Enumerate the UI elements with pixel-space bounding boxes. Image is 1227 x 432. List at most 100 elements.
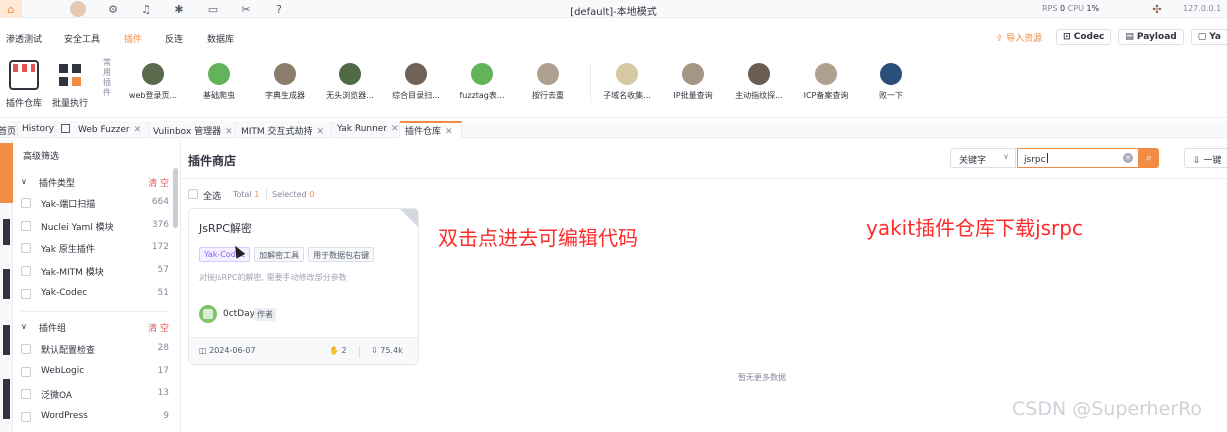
- selected-count: Selected 0: [272, 190, 315, 199]
- download-button[interactable]: ⇩ 75.4k: [371, 346, 403, 355]
- shortcut-web-login[interactable]: web登录页...: [123, 63, 183, 101]
- plugin-tag: 加解密工具: [254, 247, 305, 262]
- shortcut-icp[interactable]: ICP备案查询: [796, 63, 856, 101]
- menu-plugins[interactable]: 插件: [124, 32, 142, 45]
- vertical-tool-strip: [0, 139, 13, 432]
- search-type-select[interactable]: 关键字 ∨: [950, 148, 1016, 168]
- filter-group-plugin-type[interactable]: ∨ 插件类型 清 空: [21, 174, 169, 190]
- shortcut-dedupe[interactable]: 按行去重: [518, 63, 578, 101]
- filter-scrollbar[interactable]: [173, 168, 178, 228]
- plugin-avatar: [274, 63, 296, 85]
- vertical-tab[interactable]: [3, 269, 10, 299]
- codec-button[interactable]: ⊡ Codec: [1056, 29, 1112, 45]
- checkbox[interactable]: [21, 412, 31, 422]
- plugin-shortcut-bar: 插件仓库 批量执行 常用插件 web登录页... 基础爬虫 字典生成器 无头浏览…: [0, 52, 1227, 118]
- checkbox[interactable]: [21, 289, 31, 299]
- tab-plugin-store[interactable]: 插件仓库 ✕: [400, 121, 462, 138]
- engine-icon[interactable]: ✣: [1150, 2, 1164, 16]
- shortcut-dict-generator[interactable]: 字典生成器: [255, 63, 315, 101]
- vertical-tab-active[interactable]: [0, 143, 13, 203]
- menu-database[interactable]: 数据库: [207, 32, 234, 45]
- checkbox[interactable]: [21, 221, 31, 231]
- shortcut-divider: [590, 64, 591, 102]
- plugin-card[interactable]: JsRPC解密 Yak-Codec 加解密工具 用于数据包右键 对接JsRPC的…: [188, 208, 419, 365]
- shortcut-basic-crawler[interactable]: 基础爬虫: [189, 63, 249, 101]
- filter-option[interactable]: 默认配置检查 28: [21, 341, 169, 357]
- plugin-avatar: [682, 63, 704, 85]
- close-icon[interactable]: ✕: [134, 125, 142, 135]
- plugin-avatar: [815, 63, 837, 85]
- chevron-down-icon[interactable]: ∨: [21, 322, 27, 331]
- filter-option[interactable]: 泛微OA 13: [21, 386, 169, 402]
- filter-option[interactable]: Yak-Codec 51: [21, 286, 169, 302]
- payload-button[interactable]: ▤ Payload: [1118, 29, 1184, 45]
- checkbox[interactable]: [21, 389, 31, 399]
- checkbox[interactable]: [188, 189, 198, 199]
- chevron-down-icon[interactable]: ∨: [21, 177, 27, 186]
- avatar: [199, 305, 217, 323]
- page-title: 插件商店: [188, 154, 237, 168]
- tab-mitm[interactable]: MITM 交互式劫持 ✕: [236, 121, 332, 138]
- tab-web-fuzzer[interactable]: Web Fuzzer ✕: [55, 121, 149, 138]
- shortcut-dir-scan[interactable]: 综合目录扫...: [386, 63, 446, 101]
- menu-reverse[interactable]: 反连: [165, 32, 183, 45]
- tab-vulinbox[interactable]: Vulinbox 管理器 ✕: [149, 121, 236, 138]
- vertical-tab[interactable]: [3, 219, 10, 245]
- clear-icon[interactable]: ✕: [1123, 153, 1133, 163]
- filter-option[interactable]: WebLogic 17: [21, 364, 169, 380]
- search-button[interactable]: ⌕: [1139, 148, 1159, 168]
- close-icon[interactable]: ✕: [391, 124, 399, 134]
- vertical-tab[interactable]: [3, 325, 10, 355]
- checkbox[interactable]: [21, 344, 31, 354]
- plugin-avatar: [537, 63, 559, 85]
- like-button[interactable]: ✋ 2: [329, 346, 347, 355]
- import-resource-link[interactable]: ⇪ 导入资源: [996, 31, 1042, 44]
- tab-history[interactable]: History: [18, 121, 55, 138]
- menu-security-tools[interactable]: 安全工具: [64, 32, 100, 45]
- cloud-download-icon: ⇩: [371, 346, 378, 355]
- shortcut-fingerprint[interactable]: 主动指纹探...: [729, 63, 789, 101]
- grid-icon: [55, 60, 85, 90]
- total-count: Total 1: [233, 190, 260, 199]
- close-icon[interactable]: ✕: [445, 127, 453, 137]
- clear-button[interactable]: 清 空: [148, 321, 169, 334]
- one-click-download-button[interactable]: ⇩ 一键: [1184, 148, 1227, 168]
- yak-runner-button[interactable]: ▢ Ya: [1190, 29, 1227, 45]
- search-input[interactable]: jsrpc ✕: [1017, 148, 1139, 168]
- checkbox[interactable]: [21, 266, 31, 276]
- store-icon: [9, 60, 39, 90]
- shortcut-headless-browser[interactable]: 无头浏览器...: [320, 63, 380, 101]
- advanced-filter-panel: 高级筛选 ∨ 插件类型 清 空 Yak-端口扫描 664 Nuclei Yaml …: [13, 139, 181, 432]
- tab-home[interactable]: 首页: [0, 121, 18, 138]
- checkbox[interactable]: [21, 198, 31, 208]
- shortcut-subdomain[interactable]: 子域名收集...: [597, 63, 657, 101]
- vertical-tab[interactable]: [3, 379, 10, 419]
- watermark: CSDN @SuperherRo: [1012, 398, 1203, 420]
- no-more-data: 暂无更多数据: [738, 373, 786, 382]
- filter-option[interactable]: Yak-端口扫描 664: [21, 195, 169, 211]
- filter-option[interactable]: WordPress 9: [21, 409, 169, 425]
- close-icon[interactable]: ✕: [225, 127, 233, 137]
- checkbox[interactable]: [21, 367, 31, 377]
- plugin-store-shortcut[interactable]: 插件仓库: [4, 60, 44, 109]
- checkbox[interactable]: [21, 243, 31, 253]
- divider: [21, 311, 169, 312]
- shortcut-baidu[interactable]: 败一下: [861, 63, 921, 101]
- menu-pentest[interactable]: 渗透测试: [6, 32, 42, 45]
- filter-option[interactable]: Nuclei Yaml 模块 376: [21, 218, 169, 234]
- filter-group-plugin-group[interactable]: ∨ 插件组 清 空: [21, 319, 169, 335]
- rps-cpu-status: RPS 0 CPU 1%: [1042, 4, 1100, 13]
- divider: [181, 178, 1227, 179]
- divider: [359, 346, 360, 358]
- chevron-down-icon: ∨: [1003, 152, 1009, 161]
- batch-exec-shortcut[interactable]: 批量执行: [50, 60, 90, 109]
- thumbs-up-icon: ✋: [329, 346, 339, 355]
- filter-option[interactable]: Yak 原生插件 172: [21, 240, 169, 256]
- clear-button[interactable]: 清 空: [148, 176, 169, 189]
- filter-option[interactable]: Yak-MITM 模块 57: [21, 263, 169, 279]
- tab-yak-runner[interactable]: Yak Runner ✕: [332, 121, 400, 138]
- shortcut-ip-query[interactable]: IP批量查询: [663, 63, 723, 101]
- shortcut-fuzztag[interactable]: fuzztag表...: [452, 63, 512, 101]
- close-icon[interactable]: ✕: [317, 127, 325, 137]
- main-menu-bar: 渗透测试 安全工具 插件 反连 数据库 ⇪ 导入资源 ⊡ Codec ▤ Pay…: [0, 27, 1227, 47]
